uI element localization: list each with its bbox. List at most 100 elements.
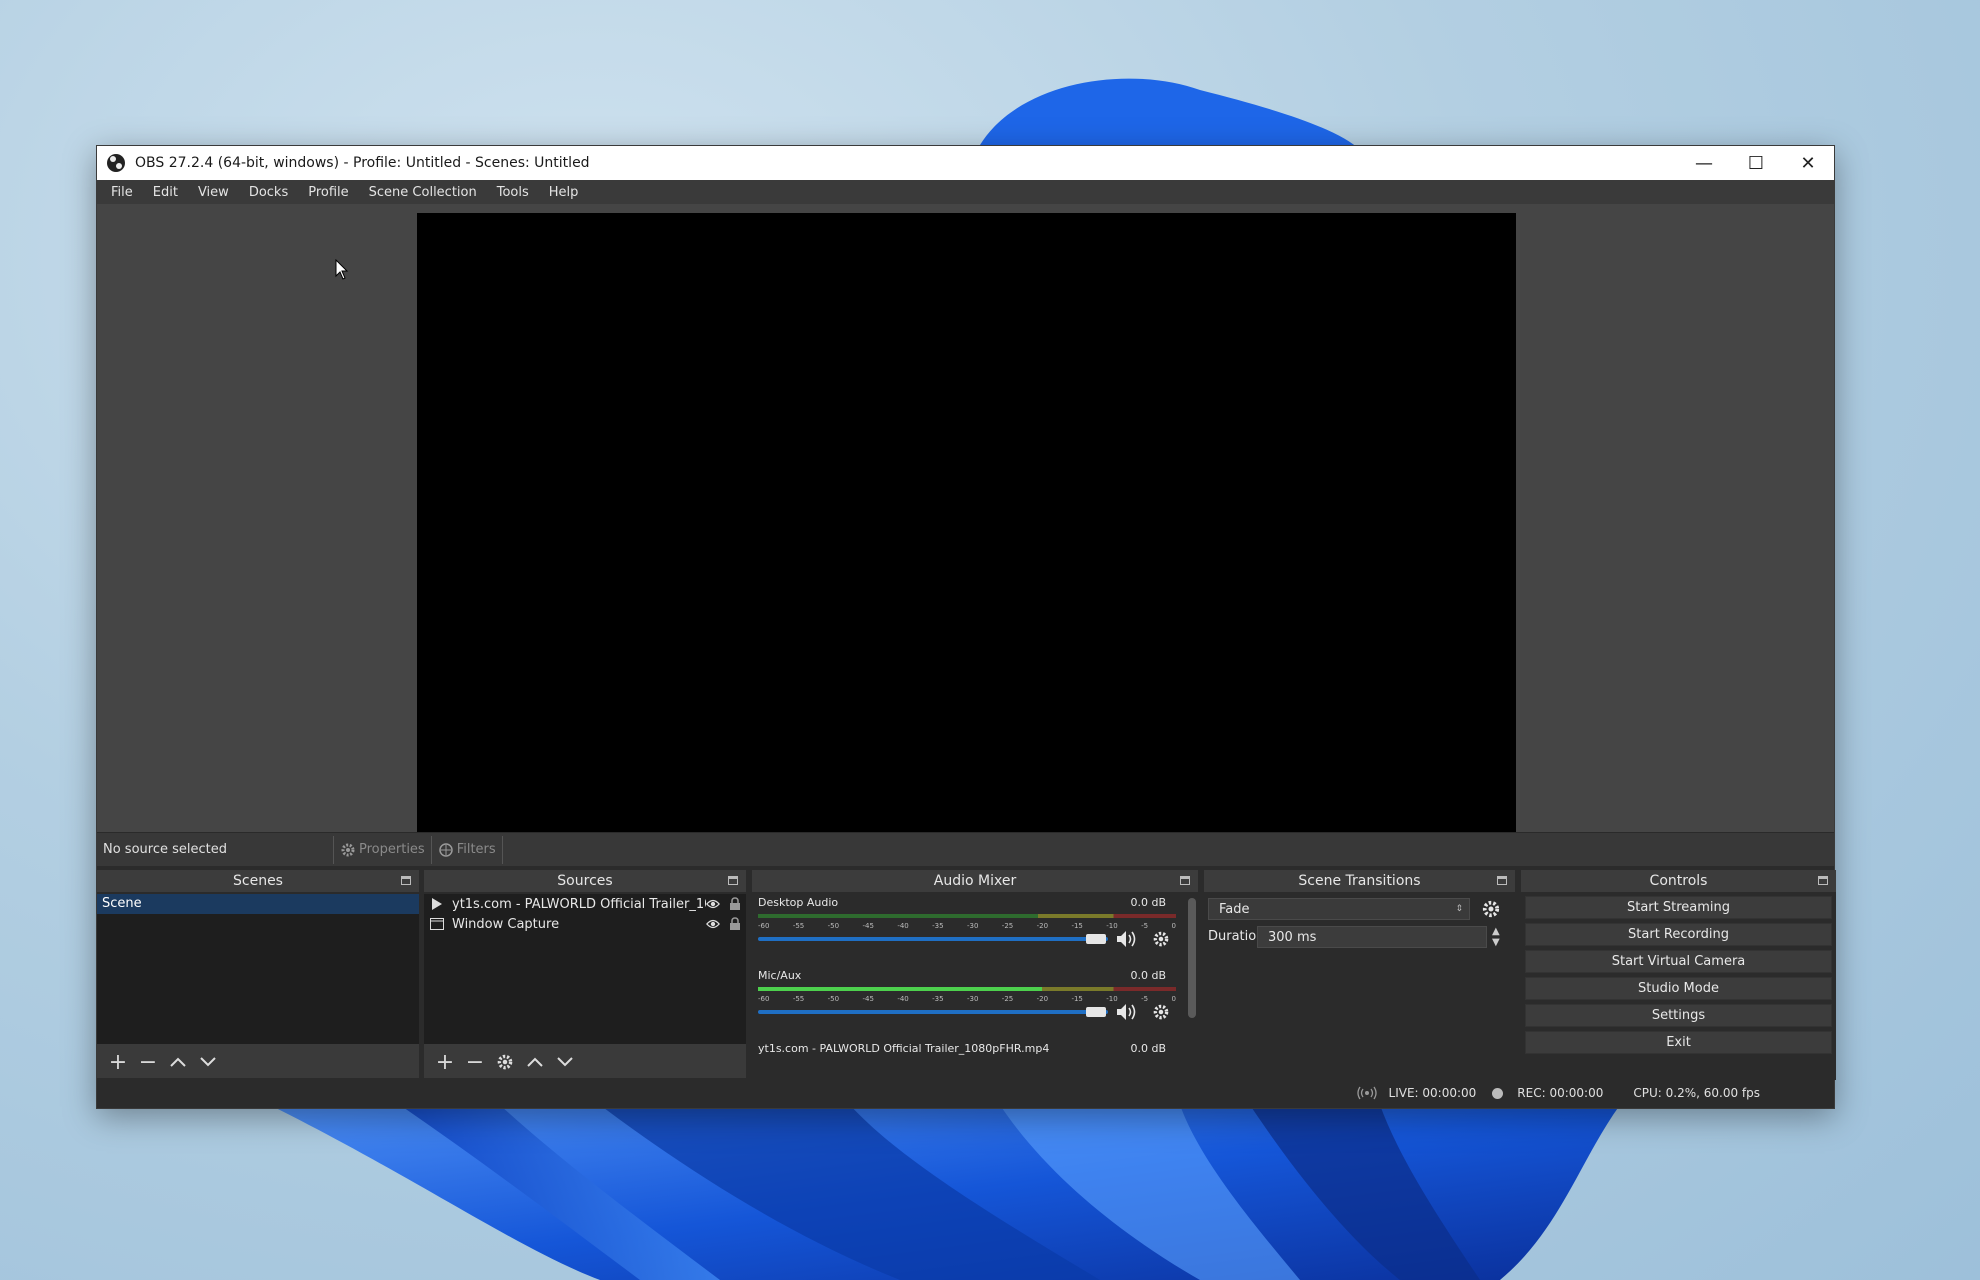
volume-slider[interactable] [758,1010,1108,1014]
undock-icon[interactable] [401,876,411,885]
undock-icon[interactable] [728,876,738,885]
channel-db: 0.0 dB [1130,969,1166,982]
broadcast-icon [1356,1086,1377,1100]
move-up-icon[interactable] [520,1047,550,1077]
menu-view[interactable]: View [188,185,239,200]
controls-title: Controls [1649,873,1708,889]
meter-tick: -45 [862,995,874,1003]
duration-label: Duration [1208,929,1265,944]
live-status: LIVE: 00:00:00 [1356,1086,1476,1100]
channel-name: Mic/Aux [758,969,802,982]
scene-transitions-header: Scene Transitions [1204,870,1515,892]
meter-tick: -40 [897,995,909,1003]
move-up-icon[interactable] [163,1047,193,1077]
start-streaming-button[interactable]: Start Streaming [1525,896,1832,919]
controls-header: Controls [1521,870,1836,892]
meter-tick: -30 [966,922,979,930]
duration-input[interactable]: 300 ms [1257,926,1487,948]
lock-icon[interactable] [728,917,742,931]
record-dot-icon [1492,1087,1504,1099]
move-down-icon[interactable] [550,1047,580,1077]
scenes-dock-header: Scenes [97,870,419,892]
title-bar[interactable]: OBS 27.2.4 (64-bit, windows) - Profile: … [97,146,1834,180]
source-item-media[interactable]: yt1s.com - PALWORLD Official Trailer_108… [424,894,746,914]
duration-value: 300 ms [1268,929,1317,945]
mixer-channel-mic-aux: Mic/Aux 0.0 dB -60 -55 -50 -45 -40 -35 -… [752,967,1182,1039]
meter-tick: -35 [932,922,944,930]
menu-help[interactable]: Help [539,185,589,200]
gear-icon[interactable] [1148,926,1174,952]
menu-edit[interactable]: Edit [143,185,188,200]
preview-area[interactable] [97,204,1834,833]
source-item-window-capture[interactable]: Window Capture [424,914,746,934]
meter-tick: -20 [1036,922,1049,930]
sources-list: yt1s.com - PALWORLD Official Trailer_108… [424,894,746,1044]
start-virtual-camera-button[interactable]: Start Virtual Camera [1525,950,1832,973]
channel-name: Desktop Audio [758,896,839,909]
volume-slider-handle[interactable] [1086,934,1106,944]
mixer-channel-desktop-audio: Desktop Audio 0.0 dB -60 -55 -50 -45 -40… [752,894,1182,966]
scene-list-item[interactable]: Scene [97,894,419,914]
close-button[interactable]: ✕ [1782,146,1834,180]
status-bar: LIVE: 00:00:00 REC: 00:00:00 CPU: 0.2%, … [97,1078,1834,1108]
transition-value: Fade [1219,901,1250,917]
add-scene-icon[interactable]: + [103,1047,133,1077]
meter-tick: -25 [1001,995,1014,1003]
dock-area: Scenes Scene + − Sources yt1s.com - PALW… [97,866,1836,1080]
maximize-button[interactable]: ☐ [1730,146,1782,180]
speaker-icon[interactable] [1114,926,1140,952]
remove-scene-icon[interactable]: − [133,1047,163,1077]
exit-button[interactable]: Exit [1525,1031,1832,1054]
menu-tools[interactable]: Tools [487,185,539,200]
chevron-updown-icon: ⇕ [1455,904,1463,914]
add-source-icon[interactable]: + [430,1047,460,1077]
meter-tick: -45 [862,922,874,930]
channel-db: 0.0 dB [1130,1042,1166,1055]
menu-scene-collection[interactable]: Scene Collection [359,185,487,200]
duration-stepper[interactable]: ▲ ▼ [1492,926,1500,948]
obs-main-window: OBS 27.2.4 (64-bit, windows) - Profile: … [96,145,1836,1109]
minimize-button[interactable]: — [1678,146,1730,180]
mixer-scrollbar[interactable] [1188,898,1196,1018]
menu-profile[interactable]: Profile [298,185,358,200]
undock-icon[interactable] [1818,876,1828,885]
filters-button[interactable]: Filters [432,835,503,864]
eye-icon[interactable] [706,917,720,931]
source-settings-gear-icon[interactable] [490,1047,520,1077]
menu-file[interactable]: File [101,185,143,200]
studio-mode-button[interactable]: Studio Mode [1525,977,1832,1000]
rec-time: REC: 00:00:00 [1517,1086,1604,1100]
move-down-icon[interactable] [193,1047,223,1077]
gear-icon[interactable] [1148,999,1174,1025]
remove-source-icon[interactable]: − [460,1047,490,1077]
scenes-dock: Scenes Scene + − [97,870,419,1080]
source-toolbar: No source selected Properties Filters [97,832,1834,866]
audio-mixer-header: Audio Mixer [752,870,1198,892]
menu-bar: File Edit View Docks Profile Scene Colle… [97,180,1834,204]
meter-tick: -60 [758,922,770,930]
transition-select[interactable]: Fade ⇕ [1208,898,1470,920]
volume-slider[interactable] [758,937,1108,941]
menu-docks[interactable]: Docks [239,185,298,200]
scene-transitions-dock: Scene Transitions Fade ⇕ Duration 300 ms… [1204,870,1515,1080]
settings-button[interactable]: Settings [1525,1004,1832,1027]
sources-footer: + − [424,1044,746,1080]
volume-slider-handle[interactable] [1086,1007,1106,1017]
meter-tick: -60 [758,995,770,1003]
rec-status: REC: 00:00:00 [1492,1086,1603,1100]
undock-icon[interactable] [1497,876,1507,885]
properties-button[interactable]: Properties [333,835,432,864]
eye-icon[interactable] [706,897,720,911]
properties-label: Properties [359,842,425,857]
obs-logo-icon [107,154,125,172]
source-label: Window Capture [452,916,560,932]
start-recording-button[interactable]: Start Recording [1525,923,1832,946]
transition-gear-icon[interactable] [1478,896,1504,922]
mixer-channel-media: yt1s.com - PALWORLD Official Trailer_108… [752,1040,1182,1060]
preview-canvas[interactable] [417,213,1516,833]
speaker-icon[interactable] [1114,999,1140,1025]
lock-icon[interactable] [728,897,742,911]
undock-icon[interactable] [1180,876,1190,885]
meter-tick: -30 [966,995,979,1003]
controls-body: Start Streaming Start Recording Start Vi… [1521,894,1836,1080]
